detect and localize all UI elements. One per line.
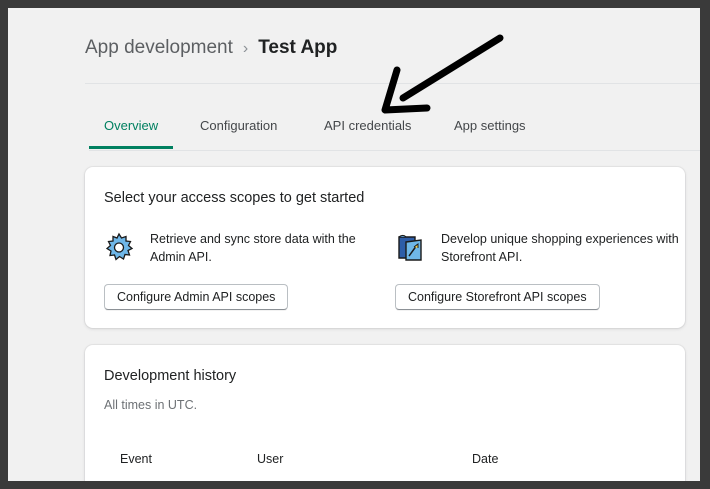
storefront-icon (398, 234, 422, 261)
column-header-event[interactable]: Event (120, 452, 152, 466)
access-scopes-card: Select your access scopes to get started… (85, 167, 685, 328)
page-title: Test App (258, 37, 338, 58)
card-title: Development history (104, 368, 237, 384)
card-subtitle: All times in UTC. (104, 398, 198, 412)
admin-api-description: Retrieve and sync store data with the Ad… (150, 232, 356, 264)
tab-overview[interactable]: Overview (89, 108, 174, 149)
breadcrumb-separator: › (242, 40, 249, 57)
column-header-date[interactable]: Date (472, 452, 498, 466)
configure-storefront-api-scopes-button[interactable]: Configure Storefront API scopes (395, 284, 600, 310)
storefront-api-description: Develop unique shopping experiences with… (441, 232, 679, 264)
app-window: App development › Test App Overview Config… (8, 8, 700, 481)
column-header-user[interactable]: User (257, 452, 283, 466)
gear-icon (105, 232, 134, 261)
card-title: Select your access scopes to get started (104, 190, 365, 206)
annotation-arrow-icon (381, 34, 504, 114)
breadcrumb-parent-link[interactable]: App development (85, 37, 233, 58)
breadcrumb: App development › Test App (85, 37, 337, 59)
development-history-card: Development history All times in UTC. Ev… (85, 345, 685, 481)
configure-admin-api-scopes-button[interactable]: Configure Admin API scopes (104, 284, 289, 310)
tab-configuration[interactable]: Configuration (185, 108, 292, 149)
